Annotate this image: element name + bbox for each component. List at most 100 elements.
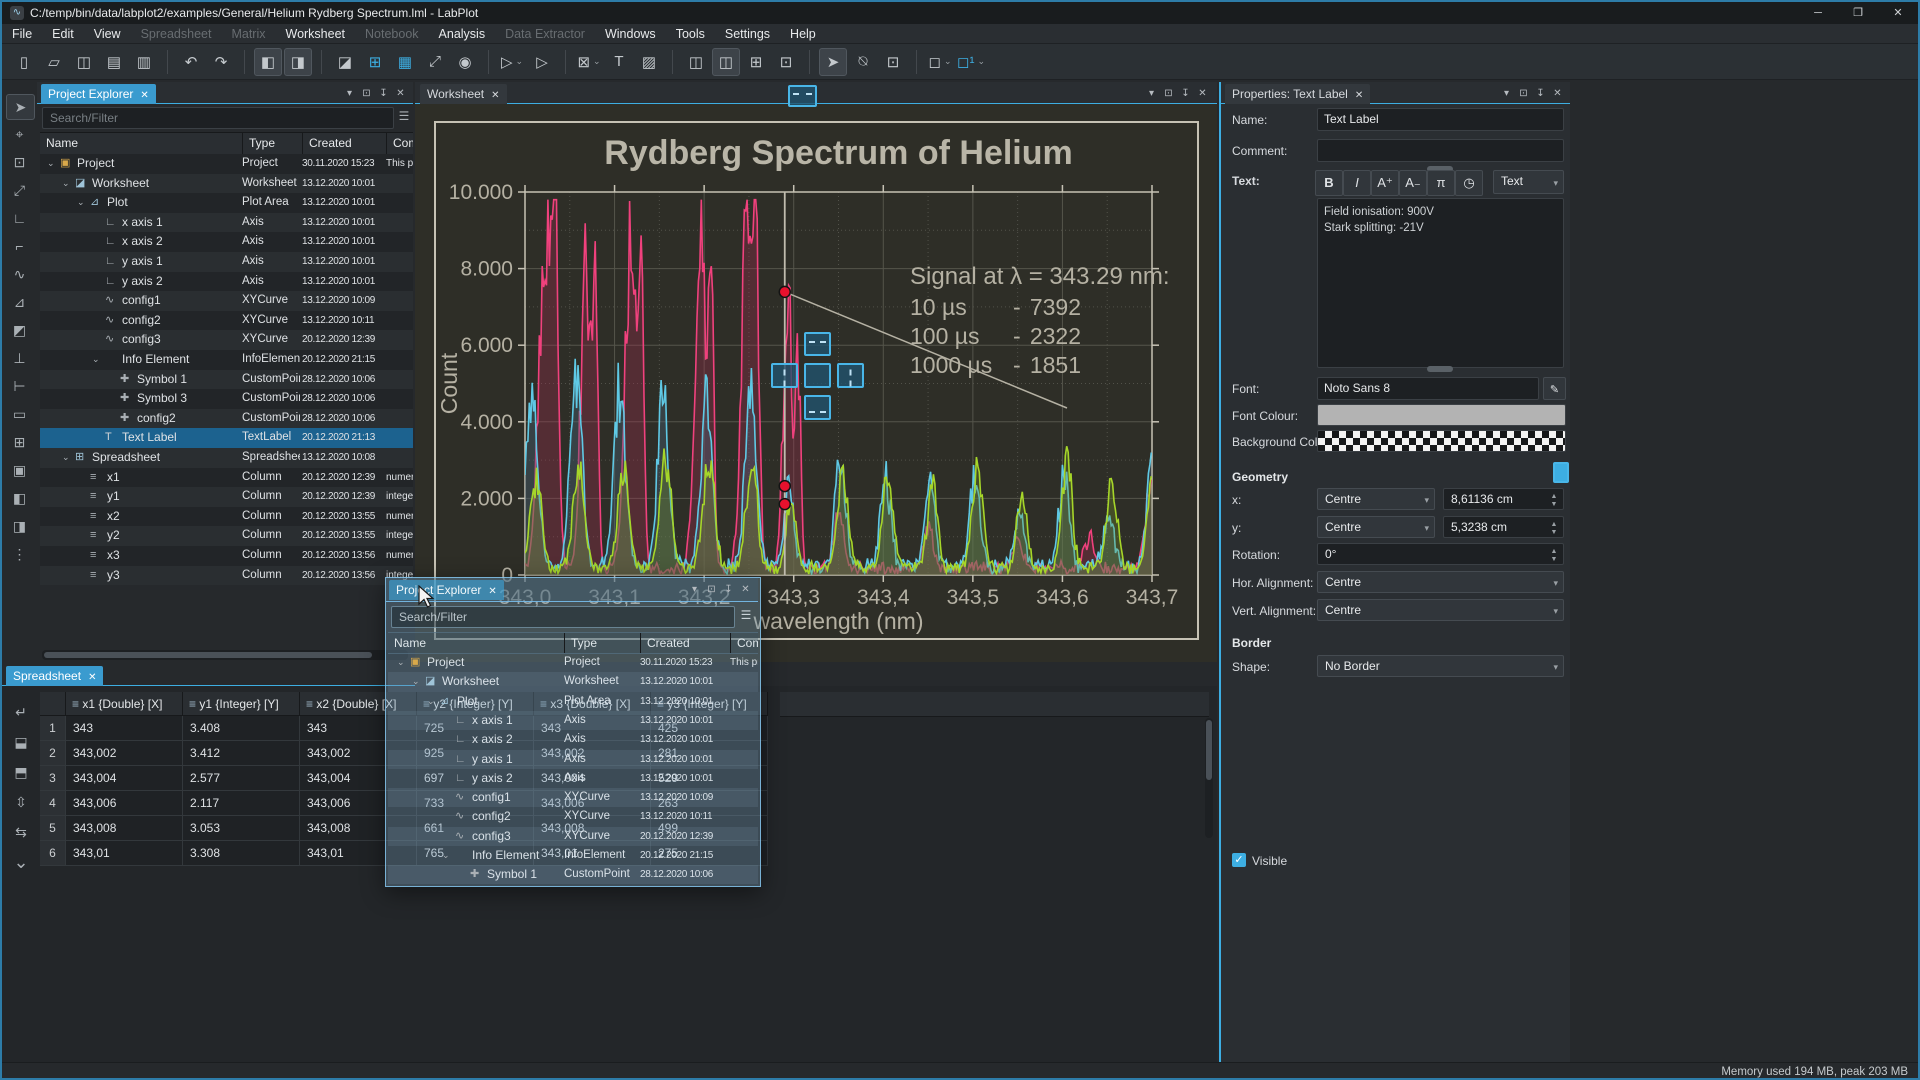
x-value-spinbox[interactable]: 8,61136 cm▲▼	[1443, 488, 1564, 510]
expander-icon[interactable]: ⌄	[427, 692, 435, 711]
font-colour-swatch[interactable]	[1317, 404, 1566, 426]
menu-worksheet[interactable]: Worksheet	[276, 27, 356, 41]
vert-alignment-combo[interactable]: Centre▾	[1317, 599, 1564, 621]
tree-row-text-label[interactable]: TText LabelTextLabel20.12.2020 21:13	[40, 428, 413, 448]
more-tools[interactable]: ⋮	[6, 542, 33, 566]
select-tool[interactable]: ➤	[6, 94, 35, 120]
menu-windows[interactable]: Windows	[595, 27, 666, 41]
pin-panel-icon[interactable]: ↧	[1532, 85, 1549, 102]
tree-row-x-axis-2[interactable]: ∟x axis 2Axis13.12.2020 10:01	[388, 730, 758, 749]
close-panel-icon[interactable]: ✕	[392, 85, 409, 102]
corner-header-cell[interactable]	[40, 692, 66, 716]
table-cell[interactable]: 343,002	[66, 741, 183, 766]
visible-checkbox[interactable]: ✓	[1232, 853, 1246, 867]
open-project-button[interactable]: ▱	[40, 48, 68, 76]
expander-icon[interactable]: ⌄	[412, 672, 420, 691]
spreadsheet-vscrollbar[interactable]	[1205, 718, 1213, 838]
area-tool[interactable]: ◩	[6, 318, 33, 342]
menu-settings[interactable]: Settings	[715, 27, 780, 41]
undo-button[interactable]: ↶	[177, 48, 205, 76]
vline-tool[interactable]: ⊥	[6, 346, 33, 370]
border-shape-combo[interactable]: No Border▾	[1317, 655, 1564, 677]
navigate-mouse-mode-button[interactable]: ⍉	[849, 48, 877, 76]
symbols-button[interactable]: π	[1427, 170, 1455, 196]
background-colour-swatch[interactable]	[1317, 430, 1566, 452]
column-header-created[interactable]: Created	[302, 133, 386, 154]
zoom-button[interactable]: ◻⌄	[926, 48, 954, 76]
resize-grip[interactable]	[1427, 366, 1453, 372]
axis-tool[interactable]: ∟	[6, 206, 33, 230]
shade-right-tool[interactable]: ◨	[6, 514, 33, 538]
chevron-down-icon[interactable]: ⌄	[977, 56, 985, 67]
pin-panel-icon[interactable]: ↧	[720, 581, 737, 598]
tree-row-info-element[interactable]: ⌄Info ElementInfoElement20.12.2020 21:15	[40, 350, 413, 370]
floating-project-explorer[interactable]: Project Explorer✕ ▾ ⊡ ↧ ✕ Search/Filter …	[385, 577, 761, 887]
menu-tools[interactable]: Tools	[666, 27, 715, 41]
tree-row-config3[interactable]: ∿config3XYCurve20.12.2020 12:39	[388, 827, 758, 846]
magnification-button[interactable]: ◻¹⌄	[956, 48, 986, 76]
tree-row-y2[interactable]: ≡y2Column20.12.2020 13:55integer da	[40, 526, 413, 546]
search-input[interactable]: Search/Filter	[42, 107, 394, 129]
tree-row-y-axis-2[interactable]: ∟y axis 2Axis13.12.2020 10:01	[388, 769, 758, 788]
export-button[interactable]: ▷⌄	[498, 48, 526, 76]
row-number-cell[interactable]: 1	[40, 716, 66, 741]
edit-layout-button[interactable]: ⊡	[772, 48, 800, 76]
rect-tool[interactable]: ▭	[6, 402, 33, 426]
tree-row-x3[interactable]: ≡x3Column20.12.2020 13:56numerical	[40, 546, 413, 566]
table-cell[interactable]: 3.053	[183, 816, 300, 841]
datetime-button[interactable]: ◷	[1455, 170, 1483, 196]
menu-view[interactable]: View	[84, 27, 131, 41]
font-field[interactable]: Noto Sans 8	[1317, 377, 1539, 400]
tree-row-project[interactable]: ⌄▣ProjectProject30.11.2020 15:23This pro…	[40, 154, 413, 174]
table-cell[interactable]: 343	[66, 716, 183, 741]
expander-icon[interactable]: ⌄	[77, 193, 85, 213]
close-panel-icon[interactable]: ✕	[737, 581, 754, 598]
float-panel-icon[interactable]: ⊡	[1515, 85, 1532, 102]
tab-project-explorer[interactable]: Project Explorer✕	[41, 84, 156, 104]
line-tool[interactable]: ⌐	[6, 234, 33, 258]
tab-properties[interactable]: Properties: Text Label✕	[1225, 84, 1370, 104]
menu-edit[interactable]: Edit	[42, 27, 84, 41]
tree-row-worksheet[interactable]: ⌄◪WorksheetWorksheet13.12.2020 10:01	[40, 174, 413, 194]
import-button[interactable]: ▷	[528, 48, 556, 76]
menu-file[interactable]: File	[2, 27, 42, 41]
tree-row-x-axis-2[interactable]: ∟x axis 2Axis13.12.2020 10:01	[40, 232, 413, 252]
save-project-button[interactable]: ◫	[70, 48, 98, 76]
row-number-cell[interactable]: 4	[40, 791, 66, 816]
horizontal-layout-button[interactable]: ◫	[712, 48, 740, 76]
shade-left-tool[interactable]: ◧	[6, 486, 33, 510]
close-icon[interactable]: ✕	[491, 90, 499, 101]
panel-menu-icon[interactable]: ▾	[341, 85, 358, 102]
filter-options-icon[interactable]: ☰	[738, 608, 754, 626]
tree-row-info-element[interactable]: ⌄Info ElementInfoElement20.12.2020 21:15	[388, 846, 758, 865]
insert-row-below-tool[interactable]: ⬓	[8, 730, 34, 754]
maximize-button[interactable]: ❐	[1838, 2, 1878, 24]
column-header-comment[interactable]: Comment	[730, 633, 758, 653]
tree-row-config1[interactable]: ∿config1XYCurve13.12.2020 10:09	[388, 788, 758, 807]
print-preview-button[interactable]: ▥	[130, 48, 158, 76]
close-icon[interactable]: ✕	[488, 586, 496, 597]
menu-analysis[interactable]: Analysis	[429, 27, 496, 41]
text-label-tool-button[interactable]: T	[605, 48, 633, 76]
table-cell[interactable]: 343,01	[66, 841, 183, 866]
tree-row-plot[interactable]: ⌄⊿PlotPlot Area13.12.2020 10:01	[40, 193, 413, 213]
tree-row-config2[interactable]: ✚config2CustomPoint28.12.2020 10:06	[40, 409, 413, 429]
tab-worksheet[interactable]: Worksheet✕	[420, 84, 507, 104]
slope-tool[interactable]: ⊿	[6, 290, 33, 314]
table-cell[interactable]: 343,006	[66, 791, 183, 816]
tree-row-y-axis-1[interactable]: ∟y axis 1Axis13.12.2020 10:01	[388, 750, 758, 769]
tree-row-config3[interactable]: ∿config3XYCurve20.12.2020 12:39	[40, 330, 413, 350]
float-panel-icon[interactable]: ⊡	[703, 581, 720, 598]
y-value-spinbox[interactable]: 5,3238 cm▲▼	[1443, 516, 1564, 538]
zoom-fit-button[interactable]: ⊠⌄	[575, 48, 603, 76]
tab-spreadsheet[interactable]: Spreadsheet✕	[6, 666, 103, 686]
tree-row-y-axis-2[interactable]: ∟y axis 2Axis13.12.2020 10:01	[40, 272, 413, 292]
expander-icon[interactable]: ⌄	[442, 846, 450, 865]
new-worksheet-button[interactable]: ◪	[331, 48, 359, 76]
tree-row-y3[interactable]: ≡y3Column20.12.2020 13:56integer da	[40, 566, 413, 586]
search-input[interactable]: Search/Filter	[391, 606, 735, 628]
tree-row-config1[interactable]: ∿config1XYCurve13.12.2020 10:09	[40, 291, 413, 311]
table-cell[interactable]: 343,008	[66, 816, 183, 841]
close-button[interactable]: ✕	[1878, 2, 1918, 24]
insert-row-above-tool[interactable]: ↵	[8, 700, 34, 724]
